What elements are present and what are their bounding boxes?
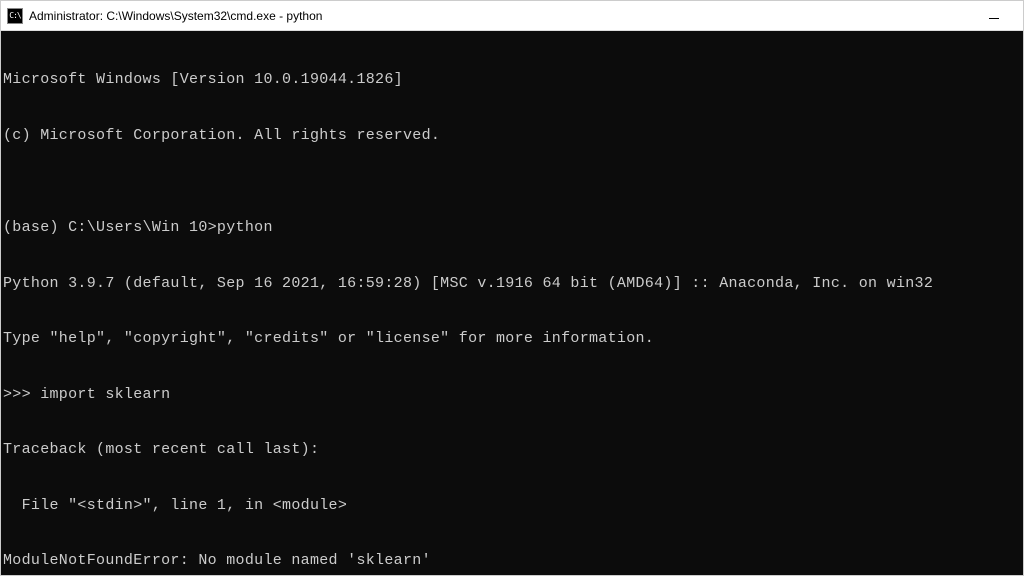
console-line: Microsoft Windows [Version 10.0.19044.18… bbox=[3, 71, 1023, 90]
titlebar[interactable]: C:\ Administrator: C:\Windows\System32\c… bbox=[1, 1, 1023, 31]
console-line: ModuleNotFoundError: No module named 'sk… bbox=[3, 552, 1023, 571]
console-line: Python 3.9.7 (default, Sep 16 2021, 16:5… bbox=[3, 275, 1023, 294]
window-title: Administrator: C:\Windows\System32\cmd.e… bbox=[29, 9, 971, 23]
console-line: File "<stdin>", line 1, in <module> bbox=[3, 497, 1023, 516]
console-area[interactable]: Microsoft Windows [Version 10.0.19044.18… bbox=[1, 31, 1023, 575]
window-controls bbox=[971, 1, 1017, 30]
console-line: (base) C:\Users\Win 10>python bbox=[3, 219, 1023, 238]
console-line: (c) Microsoft Corporation. All rights re… bbox=[3, 127, 1023, 146]
console-line: >>> import sklearn bbox=[3, 386, 1023, 405]
console-line: Type "help", "copyright", "credits" or "… bbox=[3, 330, 1023, 349]
minimize-button[interactable] bbox=[971, 1, 1017, 31]
minimize-icon bbox=[989, 18, 999, 19]
cmd-icon: C:\ bbox=[7, 8, 23, 24]
console-line: Traceback (most recent call last): bbox=[3, 441, 1023, 460]
cmd-window: C:\ Administrator: C:\Windows\System32\c… bbox=[0, 0, 1024, 576]
